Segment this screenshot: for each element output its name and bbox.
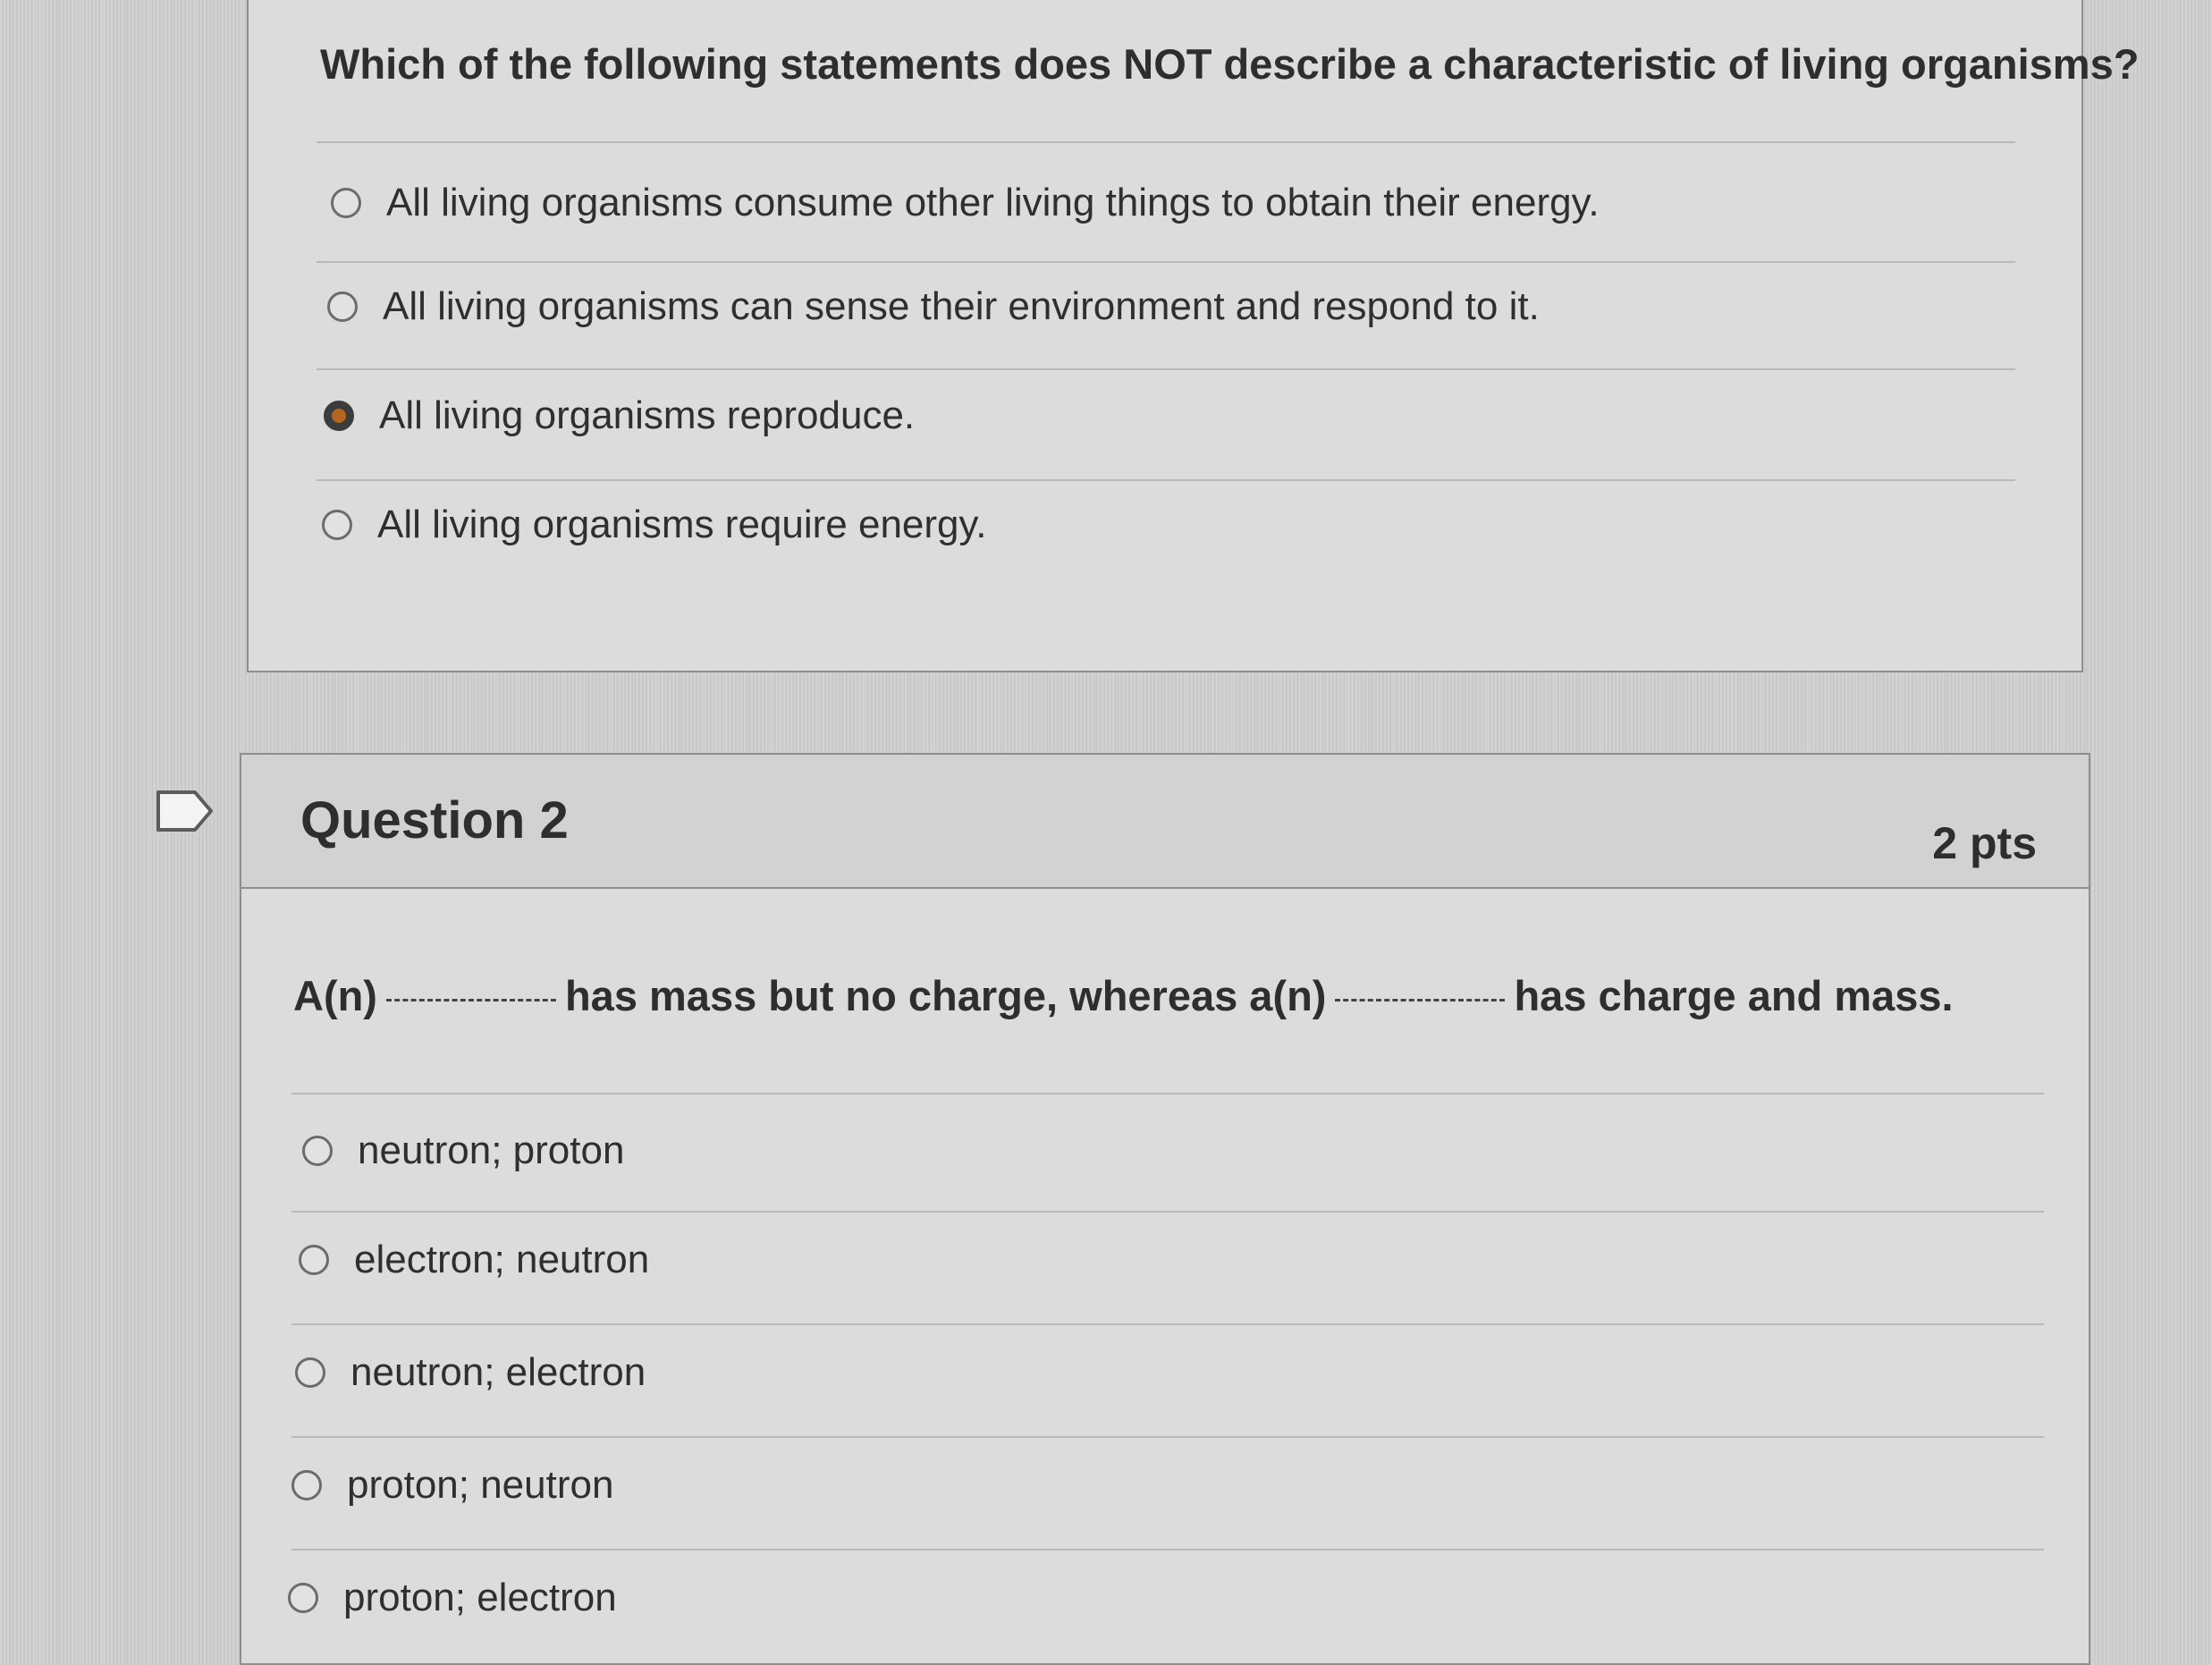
q2-option-2[interactable]: electron; neutron	[299, 1238, 649, 1282]
question-2-card: Question 2 2 pts A(n) has mass but no cha…	[240, 753, 2090, 1665]
q2-option-2-label: electron; neutron	[354, 1238, 650, 1281]
radio-button[interactable]	[291, 1470, 322, 1500]
divider	[291, 1323, 2044, 1325]
q2-option-3[interactable]: neutron; electron	[295, 1350, 646, 1395]
divider	[291, 1093, 2044, 1095]
radio-button[interactable]	[327, 292, 358, 322]
radio-button[interactable]	[299, 1245, 329, 1275]
question-2-prompt: A(n) has mass but no charge, whereas a(n)…	[293, 971, 1954, 1020]
prompt-part-3: has charge and mass.	[1514, 972, 1954, 1019]
question-2-header: Question 2 2 pts	[241, 755, 2089, 889]
question-1-card: Which of the following statements does N…	[247, 0, 2139, 672]
divider	[291, 1436, 2044, 1438]
q2-option-3-label: neutron; electron	[350, 1350, 646, 1394]
q1-option-4[interactable]: All living organisms require energy.	[322, 503, 986, 547]
q1-option-3-label: All living organisms reproduce.	[379, 393, 916, 437]
q2-option-4-label: proton; neutron	[347, 1463, 614, 1507]
q1-option-4-label: All living organisms require energy.	[377, 503, 987, 546]
divider	[291, 1211, 2044, 1213]
question-title: Question 2	[300, 791, 569, 849]
q1-option-2[interactable]: All living organisms can sense their env…	[327, 284, 1540, 329]
divider	[291, 1549, 2044, 1551]
divider	[317, 141, 2015, 143]
question-1-prompt: Which of the following statements does N…	[320, 40, 2140, 88]
q2-option-4[interactable]: proton; neutron	[291, 1463, 613, 1508]
divider	[317, 368, 2015, 370]
q1-option-1-label: All living organisms consume other livin…	[386, 181, 1600, 224]
q1-option-1[interactable]: All living organisms consume other livin…	[331, 181, 1600, 225]
answer-blank-2	[1335, 998, 1506, 1002]
question-points: 2 pts	[1932, 818, 2037, 868]
radio-button[interactable]	[302, 1136, 333, 1166]
q1-option-2-label: All living organisms can sense their env…	[383, 284, 1540, 328]
answer-blank-1	[385, 998, 556, 1002]
radio-button[interactable]	[288, 1583, 318, 1613]
q2-option-5-label: proton; electron	[343, 1576, 617, 1619]
divider	[317, 479, 2015, 481]
radio-button-selected[interactable]	[324, 401, 354, 431]
q2-option-1-label: neutron; proton	[358, 1128, 625, 1172]
q1-option-3[interactable]: All living organisms reproduce.	[324, 393, 915, 438]
prompt-part-1: A(n)	[293, 972, 377, 1019]
radio-button[interactable]	[331, 188, 361, 218]
bookmark-flag-icon[interactable]	[156, 789, 215, 833]
prompt-part-2: has mass but no charge, whereas a(n)	[564, 972, 1327, 1019]
q2-option-5[interactable]: proton; electron	[288, 1576, 617, 1620]
radio-button[interactable]	[295, 1357, 325, 1388]
divider	[317, 261, 2015, 263]
radio-button[interactable]	[322, 510, 352, 540]
q2-option-1[interactable]: neutron; proton	[302, 1128, 624, 1173]
